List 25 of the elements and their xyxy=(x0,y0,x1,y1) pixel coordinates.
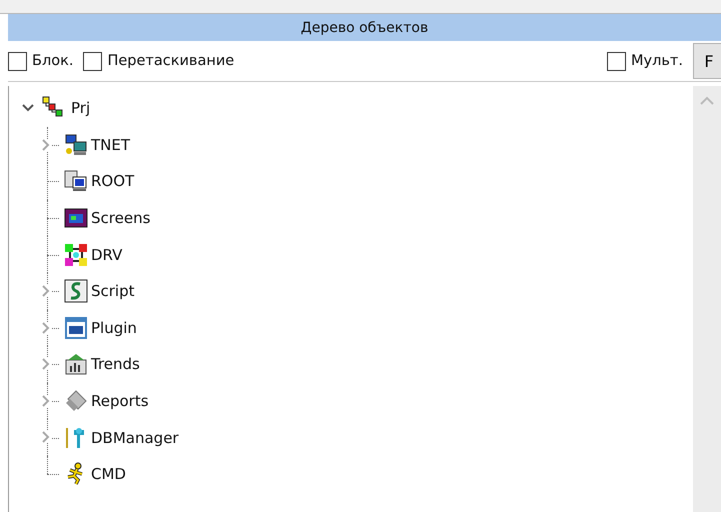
panel-title: Дерево объектов xyxy=(8,14,721,41)
tree-item[interactable]: Trends xyxy=(91,355,140,374)
printer-icon xyxy=(64,389,88,414)
screen-window-icon xyxy=(64,206,88,230)
tree-item[interactable]: Plugin xyxy=(91,318,137,337)
tree-item[interactable]: Script xyxy=(91,282,135,300)
dll-window-icon xyxy=(64,316,88,340)
network-computers-icon xyxy=(64,132,88,157)
tree-item[interactable]: Prj xyxy=(71,99,90,118)
option-checkbox[interactable]: Мульт. xyxy=(607,52,683,70)
connected-blocks-icon xyxy=(64,242,88,267)
filter-button[interactable]: F xyxy=(693,43,721,79)
tree-item[interactable]: DRV xyxy=(91,246,122,264)
chart-icon xyxy=(64,352,88,376)
tree-item[interactable]: ROOT xyxy=(91,172,134,190)
script-icon xyxy=(64,279,88,304)
tree-item[interactable]: TNET xyxy=(91,136,130,154)
tree-item[interactable]: Screens xyxy=(91,209,150,228)
tree-item[interactable]: Reports xyxy=(91,392,149,410)
option-checkbox[interactable]: Перетаскивание xyxy=(83,52,234,70)
option-checkbox[interactable]: Блок. xyxy=(8,52,74,70)
scroll-up-icon[interactable] xyxy=(700,96,714,105)
tree-item[interactable]: DBManager xyxy=(91,428,179,447)
tree-item[interactable]: CMD xyxy=(91,465,126,484)
computer-window-icon xyxy=(64,169,88,194)
